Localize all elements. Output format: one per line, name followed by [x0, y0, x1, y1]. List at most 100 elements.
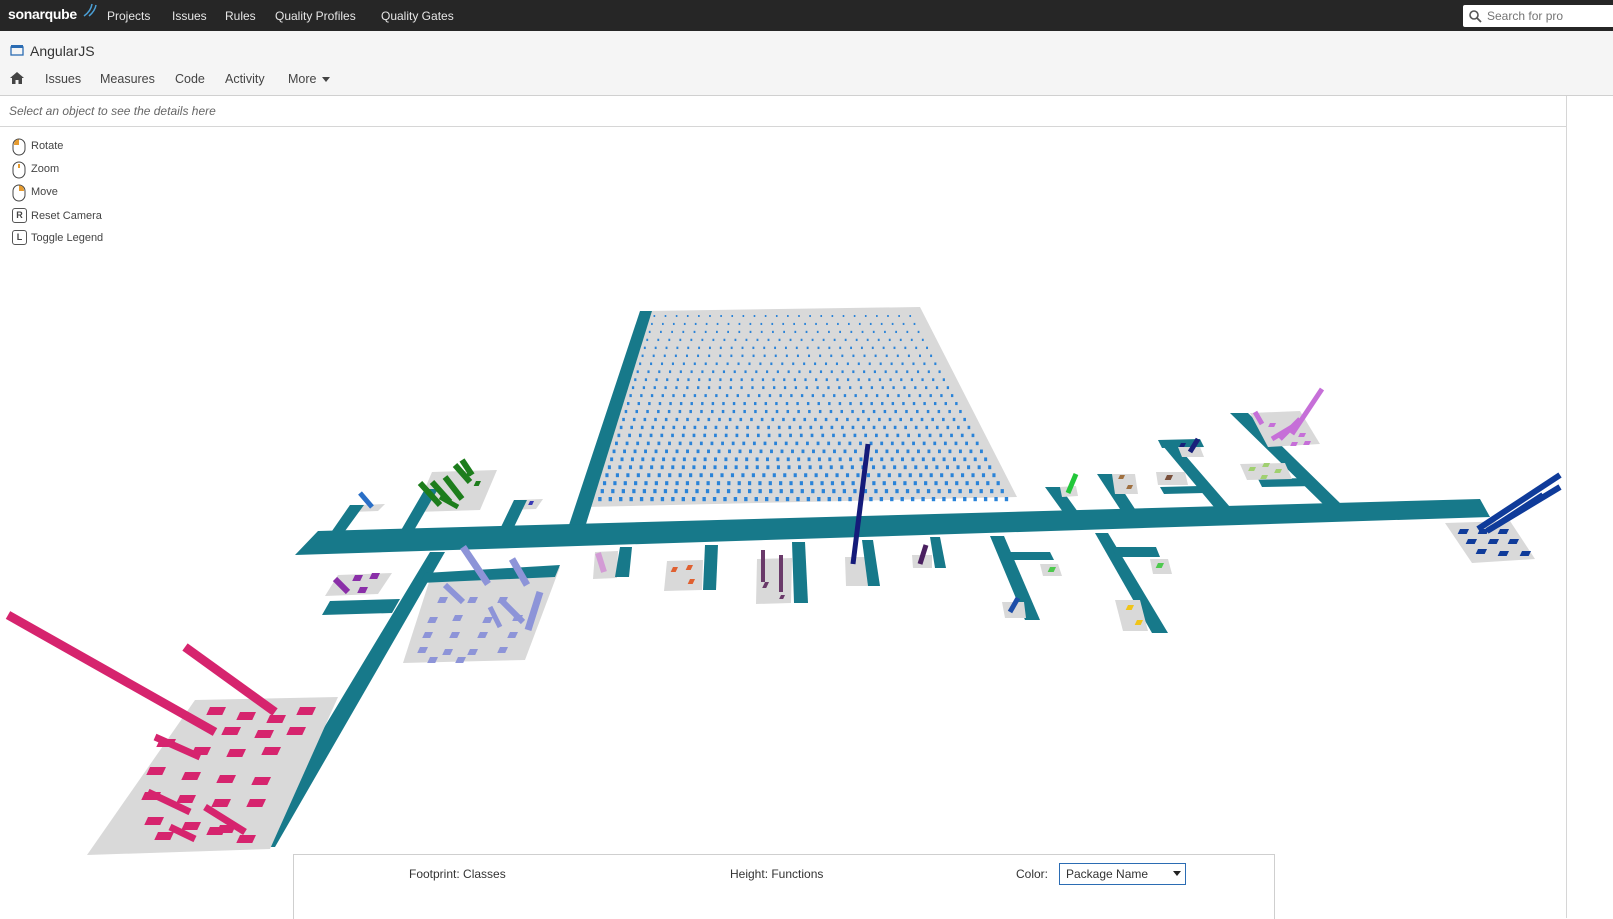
- code-city-view[interactable]: [0, 127, 1566, 918]
- building[interactable]: [850, 346, 853, 350]
- building[interactable]: [808, 409, 811, 414]
- building[interactable]: [704, 330, 707, 334]
- building[interactable]: [929, 394, 932, 398]
- building[interactable]: [706, 481, 710, 486]
- building[interactable]: [653, 386, 656, 390]
- building[interactable]: [830, 481, 835, 486]
- building[interactable]: [773, 386, 776, 390]
- building[interactable]: [793, 322, 795, 326]
- building[interactable]: [921, 497, 925, 502]
- building[interactable]: [851, 481, 855, 486]
- building[interactable]: [686, 315, 689, 317]
- building[interactable]: [707, 386, 711, 390]
- building[interactable]: [739, 417, 743, 422]
- building[interactable]: [882, 346, 885, 350]
- building[interactable]: [872, 481, 876, 486]
- building[interactable]: [981, 473, 986, 478]
- building[interactable]: [819, 354, 822, 358]
- building[interactable]: [723, 497, 727, 502]
- building[interactable]: [877, 338, 880, 342]
- building[interactable]: [703, 457, 707, 462]
- building[interactable]: [865, 394, 868, 398]
- sonarqube-logo[interactable]: sonarqube: [8, 3, 97, 22]
- building[interactable]: [872, 330, 875, 334]
- building[interactable]: [720, 473, 724, 478]
- building[interactable]: [728, 449, 731, 454]
- building[interactable]: [840, 409, 844, 414]
- building[interactable]: [874, 354, 877, 358]
- building[interactable]: [731, 315, 734, 317]
- building[interactable]: [899, 338, 902, 342]
- building[interactable]: [628, 433, 631, 438]
- building[interactable]: [832, 489, 836, 494]
- building[interactable]: [774, 346, 777, 350]
- building[interactable]: [890, 457, 894, 462]
- building[interactable]: [851, 409, 854, 414]
- building[interactable]: [950, 394, 954, 398]
- building[interactable]: [824, 362, 828, 366]
- building[interactable]: [809, 370, 812, 374]
- building[interactable]: [671, 433, 674, 438]
- building[interactable]: [705, 489, 710, 494]
- building[interactable]: [822, 338, 825, 342]
- building[interactable]: [854, 449, 857, 454]
- building[interactable]: [969, 449, 973, 454]
- building[interactable]: [841, 354, 844, 358]
- building[interactable]: [764, 402, 768, 406]
- building[interactable]: [903, 481, 907, 486]
- building[interactable]: [821, 433, 825, 438]
- building[interactable]: [829, 465, 833, 470]
- building[interactable]: [636, 473, 640, 478]
- building[interactable]: [784, 441, 788, 446]
- building[interactable]: [733, 497, 738, 502]
- building[interactable]: [781, 362, 784, 366]
- building[interactable]: [693, 394, 697, 398]
- building[interactable]: [883, 425, 886, 430]
- building[interactable]: [705, 322, 708, 326]
- building[interactable]: [756, 425, 760, 430]
- building[interactable]: [689, 473, 693, 478]
- building[interactable]: [971, 473, 975, 478]
- building[interactable]: [863, 370, 866, 374]
- building[interactable]: [942, 417, 945, 422]
- building[interactable]: [742, 441, 746, 446]
- building[interactable]: [816, 441, 820, 446]
- building[interactable]: [857, 378, 860, 382]
- building[interactable]: [696, 449, 700, 454]
- building[interactable]: [686, 417, 689, 422]
- building[interactable]: [848, 497, 852, 502]
- building[interactable]: [778, 433, 782, 438]
- building[interactable]: [684, 489, 689, 494]
- building[interactable]: [846, 378, 850, 382]
- building[interactable]: [756, 433, 760, 438]
- building[interactable]: [842, 315, 845, 317]
- building[interactable]: [683, 425, 686, 430]
- building[interactable]: [973, 497, 977, 502]
- building[interactable]: [729, 386, 732, 390]
- building[interactable]: [772, 473, 776, 478]
- building[interactable]: [807, 457, 811, 462]
- district-small-6[interactable]: [845, 557, 868, 586]
- building[interactable]: [837, 322, 839, 326]
- building[interactable]: [910, 497, 915, 502]
- building[interactable]: [910, 378, 914, 382]
- building[interactable]: [900, 378, 903, 382]
- building[interactable]: [819, 465, 823, 470]
- building[interactable]: [641, 457, 645, 462]
- building[interactable]: [730, 354, 733, 358]
- building[interactable]: [681, 497, 685, 502]
- building[interactable]: [658, 402, 662, 406]
- building[interactable]: [743, 402, 746, 406]
- building[interactable]: [979, 489, 983, 494]
- building[interactable]: [915, 346, 918, 350]
- building[interactable]: [822, 449, 826, 454]
- building[interactable]: [820, 481, 824, 486]
- building[interactable]: [896, 354, 899, 358]
- control-move[interactable]: Move: [12, 184, 58, 205]
- building[interactable]: [937, 409, 941, 414]
- building[interactable]: [943, 441, 947, 446]
- building[interactable]: [648, 330, 651, 334]
- building[interactable]: [804, 473, 808, 478]
- building[interactable]: [946, 386, 950, 390]
- building[interactable]: [784, 346, 787, 350]
